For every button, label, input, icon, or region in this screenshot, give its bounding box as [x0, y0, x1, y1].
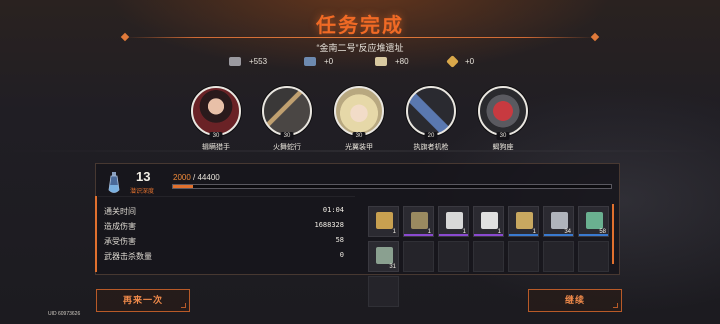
user-id: UID 60973626 — [48, 311, 81, 317]
dark-haired-girl-portrait — [191, 86, 241, 136]
currency-rewards: +553 +0 +80 +0 — [0, 54, 720, 68]
green-canister-icon — [586, 212, 603, 229]
item-quantity: 1 — [427, 229, 431, 235]
character-name: 火舞蛇行 — [273, 144, 301, 151]
machine-gun-portrait — [406, 86, 456, 136]
stat-value: 0 — [339, 251, 344, 259]
currency-item: +0 — [446, 54, 475, 68]
page-title: 任务完成 — [316, 15, 404, 37]
character-level: 30 — [209, 132, 223, 140]
stat-label: 承受伤害 — [104, 237, 136, 246]
stat-value: 1688328 — [314, 221, 344, 229]
character-name: 执旗者机枪 — [413, 144, 449, 151]
stat-row: 通关时间 01:04 — [104, 206, 344, 218]
item-slot[interactable]: 58 — [578, 206, 609, 237]
continue-button[interactable]: 继续 — [528, 289, 622, 312]
character-list: 30 辑瞒猎手 30 火舞蛇行 30 光翼装甲 20 执旗者机枪 30 蝎狗座 — [0, 86, 720, 154]
retry-button[interactable]: 再来一次 — [96, 289, 190, 312]
stat-label: 通关时间 — [104, 207, 136, 216]
blonde-girl-portrait — [334, 86, 384, 136]
white-module-icon — [446, 212, 463, 229]
coin-bar-icon — [375, 56, 387, 66]
exp-current: 2000 — [173, 173, 191, 182]
character-name: 光翼装甲 — [345, 144, 373, 151]
item-quantity: 1 — [532, 229, 536, 235]
character-level: 30 — [496, 132, 510, 140]
item-slot[interactable]: 31 — [368, 241, 399, 272]
exp-readout: 2000 / 44400 — [173, 173, 220, 182]
stage-name: “金南二号”反应堆遗址 — [316, 43, 404, 53]
item-scrollbar[interactable] — [612, 204, 614, 264]
exp-max: 44400 — [197, 173, 220, 182]
ab-module-icon — [481, 212, 498, 229]
panel-accent-left — [95, 196, 97, 272]
item-slot[interactable]: 1 — [508, 206, 539, 237]
gold-diamond-icon — [446, 54, 459, 68]
character-name: 辑瞒猎手 — [202, 144, 230, 151]
item-slot[interactable]: 1 — [368, 206, 399, 237]
empty-item-slot — [473, 241, 504, 272]
item-quantity: 1 — [497, 229, 501, 235]
blade-weapon-portrait — [262, 86, 312, 136]
stat-value: 58 — [335, 236, 344, 244]
currency-value: +0 — [465, 56, 475, 66]
stats-divider — [98, 196, 355, 197]
ticket-icon — [229, 56, 241, 66]
character-name: 蝎狗座 — [492, 144, 514, 151]
item-slot[interactable]: 34 — [543, 206, 574, 237]
blue-cube-icon — [304, 56, 316, 66]
character-level: 20 — [424, 132, 438, 140]
stat-label: 武器击杀数量 — [104, 252, 152, 261]
character-card[interactable]: 30 蝎狗座 — [475, 86, 531, 152]
item-quantity: 58 — [599, 229, 606, 235]
purple-crate-icon — [411, 212, 428, 229]
title-divider — [120, 32, 600, 42]
depth-level: 13 — [136, 169, 151, 184]
item-quantity: 1 — [462, 229, 466, 235]
silver-bar-icon — [551, 212, 568, 229]
red-mech-portrait — [478, 86, 528, 136]
currency-item: +80 — [375, 55, 409, 67]
depth-vial-icon — [108, 172, 120, 193]
empty-item-slot — [543, 241, 574, 272]
currency-value: +553 — [249, 56, 268, 66]
item-quantity: 31 — [389, 264, 396, 270]
item-quantity: 34 — [564, 229, 571, 235]
stat-row: 造成伤害 1688328 — [104, 221, 344, 233]
scrap-card-icon — [376, 247, 393, 264]
stat-row: 承受伤害 58 — [104, 236, 344, 248]
empty-item-slot — [438, 241, 469, 272]
empty-item-slot — [403, 241, 434, 272]
currency-item: +553 — [229, 55, 267, 67]
item-slot[interactable]: 1 — [473, 206, 504, 237]
stat-value: 01:04 — [322, 206, 344, 214]
character-level: 30 — [280, 132, 294, 140]
character-card[interactable]: 30 火舞蛇行 — [259, 86, 315, 152]
character-card[interactable]: 20 执旗者机枪 — [403, 86, 459, 152]
item-quantity: 1 — [392, 229, 396, 235]
gold-cube-icon — [516, 212, 533, 229]
exp-progress-bar — [172, 184, 612, 189]
character-level: 30 — [352, 132, 366, 140]
item-slot[interactable]: 1 — [403, 206, 434, 237]
stat-row: 武器击杀数量 0 — [104, 251, 344, 263]
character-card[interactable]: 30 光翼装甲 — [331, 86, 387, 152]
gold-chest-icon — [376, 212, 393, 229]
character-card[interactable]: 30 辑瞒猎手 — [188, 86, 244, 152]
empty-item-slot — [368, 276, 399, 307]
empty-item-slot — [508, 241, 539, 272]
currency-value: +80 — [395, 56, 409, 66]
currency-value: +0 — [324, 56, 334, 66]
depth-label: 潜识深度 — [130, 189, 155, 195]
exp-progress-fill — [173, 185, 193, 188]
currency-item: +0 — [304, 55, 333, 67]
stat-label: 造成伤害 — [104, 222, 136, 231]
item-slot[interactable]: 1 — [438, 206, 469, 237]
empty-item-slot — [578, 241, 609, 272]
